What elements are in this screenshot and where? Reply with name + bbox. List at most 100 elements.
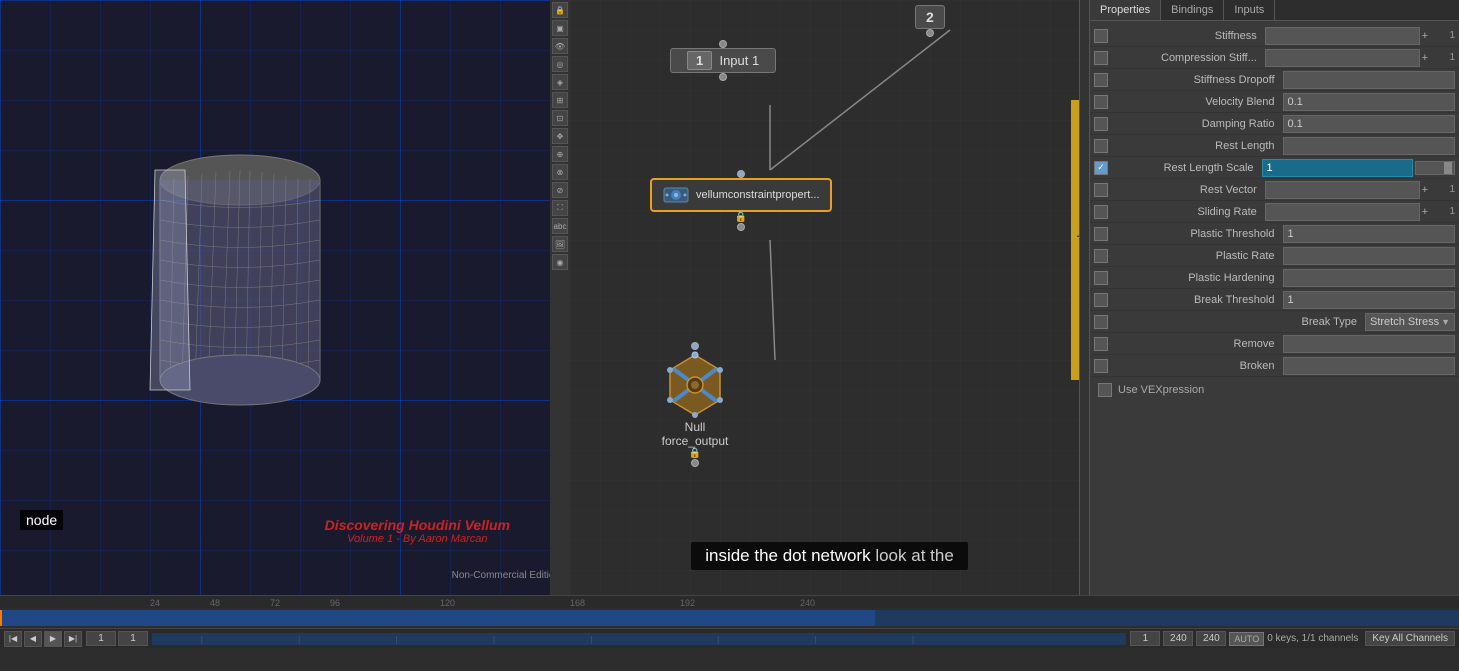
btn-step-back-start[interactable]: |◀ [4, 631, 22, 647]
prop-broken-value[interactable] [1283, 357, 1456, 375]
keys-display: 0 keys, 1/1 channels [1267, 633, 1362, 644]
range-end-input[interactable] [1163, 631, 1193, 646]
range-end2-input[interactable] [1196, 631, 1226, 646]
prop-stiffness-plus[interactable]: + [1422, 30, 1428, 42]
prop-rest-length-scale-check[interactable] [1094, 161, 1108, 175]
prop-break-threshold-check[interactable] [1094, 293, 1108, 307]
tab-bindings[interactable]: Bindings [1161, 0, 1224, 20]
constraint-box[interactable]: vellumconstraintpropert... [650, 178, 832, 212]
key-all-channels-button[interactable]: Key All Channels [1365, 631, 1455, 646]
viewport-toolbar-btn-14[interactable]: 🖼 [552, 236, 568, 252]
prop-stiffness-value[interactable] [1265, 27, 1420, 45]
prop-plastic-hardening-check[interactable] [1094, 271, 1108, 285]
prop-plastic-hardening-value[interactable] [1283, 269, 1456, 287]
prop-plastic-threshold-label: Plastic Threshold [1112, 228, 1283, 240]
range-start-input[interactable] [1130, 631, 1160, 646]
viewport-toolbar-btn-12[interactable]: ⛶ [552, 200, 568, 216]
constraint-label: vellumconstraintpropert... [696, 189, 820, 201]
node-badge-2: 2 [915, 5, 945, 39]
prop-plastic-threshold: Plastic Threshold 1 [1090, 223, 1459, 245]
prop-damping-ratio-check[interactable] [1094, 117, 1108, 131]
prop-compression-check[interactable] [1094, 51, 1108, 65]
prop-damping-ratio-value[interactable]: 0.1 [1283, 115, 1456, 133]
tl-tick-96: | [493, 635, 495, 644]
prop-plastic-rate-check[interactable] [1094, 249, 1108, 263]
prop-remove-value[interactable] [1283, 335, 1456, 353]
prop-stiffness-check[interactable] [1094, 29, 1108, 43]
node-network-vscroll[interactable] [1079, 0, 1089, 595]
prop-rest-length-scale-slider[interactable] [1415, 161, 1455, 175]
prop-velocity-blend-value[interactable]: 0.1 [1283, 93, 1456, 111]
viewport-toolbar-btn-4[interactable]: ◎ [552, 56, 568, 72]
prop-plastic-threshold-value[interactable]: 1 [1283, 225, 1456, 243]
prop-compression-plus[interactable]: + [1422, 52, 1428, 64]
viewport-toolbar-btn-13[interactable]: abc [552, 218, 568, 234]
auto-button[interactable]: AUTO [1229, 632, 1264, 646]
prop-velocity-blend-label: Velocity Blend [1112, 96, 1283, 108]
input-1-bottom-dot [719, 73, 727, 81]
force-output-node[interactable]: Null force_output 🔒 [660, 340, 730, 469]
prop-break-type-check[interactable] [1094, 315, 1108, 329]
viewport-toolbar-btn-11[interactable]: ⊘ [552, 182, 568, 198]
viewport-toolbar-btn-8[interactable]: ✥ [552, 128, 568, 144]
prop-rest-vector-check[interactable] [1094, 183, 1108, 197]
tab-properties[interactable]: Properties [1090, 0, 1161, 20]
prop-sliding-rate: Sliding Rate + 1 [1090, 201, 1459, 223]
prop-compression-value[interactable] [1265, 49, 1420, 67]
constraint-node[interactable]: vellumconstraintpropert... 🔒 [650, 168, 832, 233]
btn-step-forward[interactable]: ▶| [64, 631, 82, 647]
viewport-toolbar-btn-6[interactable]: ⊞ [552, 92, 568, 108]
timeline-full-ruler[interactable]: | | | | | | | | [152, 633, 1126, 645]
prop-break-type-dropdown[interactable]: Stretch Stress ▼ [1365, 313, 1455, 331]
prop-broken-label: Broken [1112, 360, 1283, 372]
prop-sliding-rate-plus[interactable]: + [1422, 206, 1428, 218]
main-area: Non-Commercial Edition node 🔒 ▣ 👁 ◎ ◈ ⊞ … [0, 0, 1459, 595]
constraint-icon [662, 184, 690, 206]
prop-rest-length-value[interactable] [1283, 137, 1456, 155]
viewport-toolbar-btn-1[interactable]: 🔒 [552, 2, 568, 18]
node-network[interactable]: 2 1 Input 1 [570, 0, 1089, 595]
viewport-toolbar-btn-9[interactable]: ⊕ [552, 146, 568, 162]
viewport-toolbar-btn-5[interactable]: ◈ [552, 74, 568, 90]
prop-break-threshold-value[interactable]: 1 [1283, 291, 1456, 309]
prop-sliding-rate-check[interactable] [1094, 205, 1108, 219]
input-1-node[interactable]: 1 Input 1 [670, 38, 776, 83]
viewport-toolbar-btn-3[interactable]: 👁 [552, 38, 568, 54]
ruler-24: 24 [150, 598, 160, 608]
prop-stiffness-dropoff-value[interactable] [1283, 71, 1456, 89]
prop-compression: Compression Stiff... + 1 [1090, 47, 1459, 69]
current-sub-frame-input[interactable] [118, 631, 148, 646]
prop-plastic-rate-value[interactable] [1283, 247, 1456, 265]
prop-broken-check[interactable] [1094, 359, 1108, 373]
input-1-box[interactable]: 1 Input 1 [670, 48, 776, 73]
use-vexpression-check[interactable] [1098, 383, 1112, 397]
slider-handle [1444, 162, 1452, 174]
viewport-toolbar-btn-15[interactable]: ◉ [552, 254, 568, 270]
prop-remove: Remove [1090, 333, 1459, 355]
timeline-track-main[interactable] [0, 610, 1459, 626]
prop-plastic-threshold-check[interactable] [1094, 227, 1108, 241]
prop-rest-length-scale-value[interactable]: 1 [1262, 159, 1414, 177]
tl-tick-24: | [201, 635, 203, 644]
prop-sliding-rate-value[interactable] [1265, 203, 1420, 221]
prop-break-type-label: Break Type [1112, 316, 1365, 328]
current-frame-input[interactable] [86, 631, 116, 646]
btn-play[interactable]: ▶ [44, 631, 62, 647]
prop-remove-check[interactable] [1094, 337, 1108, 351]
tl-tick-72: | [396, 635, 398, 644]
viewport-3d[interactable]: Non-Commercial Edition node 🔒 ▣ 👁 ◎ ◈ ⊞ … [0, 0, 570, 595]
prop-velocity-blend-check[interactable] [1094, 95, 1108, 109]
prop-rest-vector-value[interactable] [1265, 181, 1420, 199]
timeline-ruler-top: 24 48 72 96 120 168 192 240 [0, 596, 1459, 608]
prop-rest-length-check[interactable] [1094, 139, 1108, 153]
prop-stiffness-dropoff-label: Stiffness Dropoff [1112, 74, 1283, 86]
viewport-toolbar-btn-2[interactable]: ▣ [552, 20, 568, 36]
btn-step-back[interactable]: ◀ [24, 631, 42, 647]
prop-stiffness-dropoff-check[interactable] [1094, 73, 1108, 87]
viewport-toolbar-btn-10[interactable]: ⊗ [552, 164, 568, 180]
prop-broken: Broken [1090, 355, 1459, 377]
prop-rest-vector-plus[interactable]: + [1422, 184, 1428, 196]
tab-inputs[interactable]: Inputs [1224, 0, 1275, 20]
viewport-toolbar-btn-7[interactable]: ⊡ [552, 110, 568, 126]
constraint-bottom-dot [737, 223, 745, 231]
